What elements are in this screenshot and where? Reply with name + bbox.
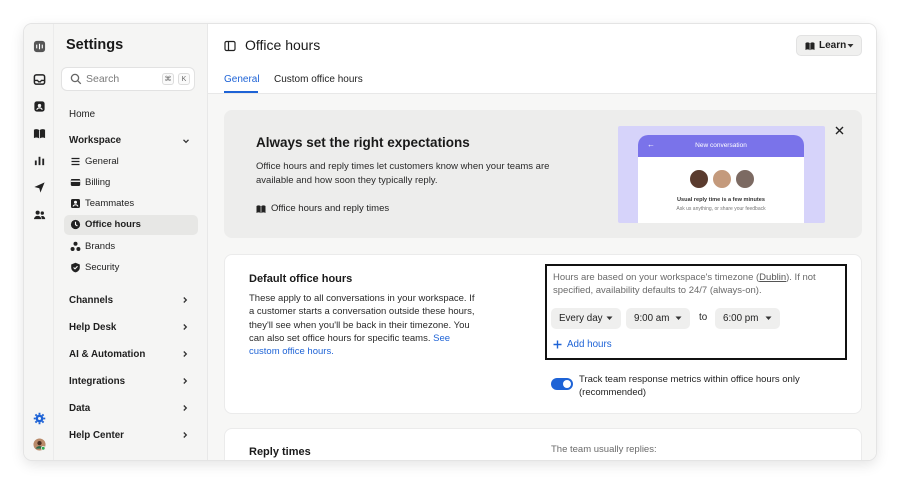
reply-times-card: Reply times The team usually replies: — [224, 428, 862, 460]
team-icon[interactable] — [31, 206, 47, 222]
close-icon[interactable] — [835, 126, 844, 135]
shapes-icon — [70, 241, 81, 251]
messenger-preview-image: ← New conversation Usual reply time is a… — [618, 126, 825, 223]
messenger-preview-window: ← New conversation Usual reply time is a… — [638, 135, 804, 223]
chevron-right-icon[interactable] — [181, 323, 189, 331]
teammate-avatars — [688, 168, 758, 190]
page-header: Office hours Learn — [208, 24, 876, 69]
expectations-banner: Always set the right expectations Office… — [224, 110, 862, 238]
preview-reply-time: Usual reply time is a few minutes — [677, 197, 765, 203]
sidebar-item-security[interactable]: Security — [64, 258, 198, 278]
app-logo-icon[interactable] — [31, 38, 47, 54]
sidebar-title: Settings — [66, 37, 124, 53]
caret-down-icon — [675, 316, 682, 320]
book-icon — [805, 42, 815, 51]
sidebar-section-data[interactable]: Data — [69, 403, 90, 414]
sidebar-section-integrations[interactable]: Integrations — [69, 376, 125, 387]
chevron-right-icon[interactable] — [181, 296, 189, 304]
settings-sidebar: Settings Search ⌘ K Home Workspace Gener… — [54, 24, 208, 460]
sidebar-item-teammates[interactable]: Teammates — [64, 194, 198, 214]
sidebar-item-brands[interactable]: Brands — [64, 237, 198, 257]
section-description: These apply to all conversations in your… — [249, 293, 475, 358]
office-hours-editor: Hours are based on your workspace's time… — [545, 264, 847, 360]
user-avatar-icon[interactable] — [31, 436, 47, 452]
inbox-icon[interactable] — [31, 71, 47, 87]
search-placeholder: Search — [86, 73, 120, 85]
clock-icon — [70, 219, 81, 230]
learn-button[interactable]: Learn — [796, 35, 862, 56]
sidebar-section-workspace[interactable]: Workspace — [69, 135, 121, 146]
banner-title: Always set the right expectations — [256, 135, 470, 150]
tab-general[interactable]: General — [224, 74, 260, 85]
main-panel: Office hours Learn General Custom office… — [208, 24, 876, 460]
day-select[interactable]: Every day — [551, 308, 621, 329]
toggle-knob — [563, 380, 571, 388]
page-title: Office hours — [245, 37, 321, 53]
preview-subtitle: Ask us anything, or share your feedback — [676, 206, 766, 212]
settings-gear-icon[interactable] — [31, 410, 47, 426]
track-metrics-toggle[interactable] — [551, 378, 573, 390]
shortcut-k-key: K — [178, 73, 190, 85]
default-office-hours-card: Default office hours These apply to all … — [224, 254, 862, 414]
timezone-note: Hours are based on your workspace's time… — [553, 272, 816, 297]
preview-header: ← New conversation — [638, 135, 804, 157]
banner-description: Office hours and reply times let custome… — [256, 161, 550, 186]
active-tab-indicator — [224, 91, 258, 93]
section-title: Default office hours — [249, 273, 353, 285]
icon-rail — [24, 24, 54, 460]
avatar — [711, 168, 733, 190]
avatar — [734, 168, 756, 190]
reports-icon[interactable] — [31, 152, 47, 168]
track-metrics-label: Track team response metrics within offic… — [579, 374, 800, 399]
book-icon — [256, 205, 266, 214]
app-window: Settings Search ⌘ K Home Workspace Gener… — [24, 24, 876, 460]
knowledge-book-icon[interactable] — [31, 125, 47, 141]
tab-bar: General Custom office hours — [208, 69, 876, 94]
sidebar-section-ai-automation[interactable]: AI & Automation — [69, 349, 145, 360]
section-title: Reply times — [249, 446, 311, 458]
caret-down-icon — [606, 316, 613, 320]
sidebar-item-general[interactable]: General — [64, 152, 198, 172]
chevron-down-icon[interactable] — [182, 137, 190, 145]
search-input[interactable]: Search ⌘ K — [61, 67, 195, 91]
sidebar-section-help-desk[interactable]: Help Desk — [69, 322, 116, 333]
outbound-icon[interactable] — [31, 179, 47, 195]
caret-down-icon — [847, 44, 854, 48]
shield-icon — [71, 262, 80, 273]
chevron-right-icon[interactable] — [181, 404, 189, 412]
avatar — [688, 168, 710, 190]
sidebar-item-office-hours[interactable]: Office hours — [64, 215, 198, 235]
plus-icon — [553, 340, 562, 349]
sidebar-section-help-center[interactable]: Help Center — [69, 430, 124, 441]
search-icon — [70, 73, 82, 85]
contacts-icon[interactable] — [31, 98, 47, 114]
sidebar-item-home[interactable]: Home — [69, 109, 95, 120]
shortcut-cmd-key: ⌘ — [162, 73, 174, 85]
chevron-right-icon[interactable] — [181, 431, 189, 439]
id-badge-icon — [71, 199, 80, 208]
card-icon — [70, 179, 81, 186]
sidebar-item-billing[interactable]: Billing — [64, 173, 198, 193]
sidebar-section-channels[interactable]: Channels — [69, 295, 113, 306]
chevron-right-icon[interactable] — [181, 350, 189, 358]
timezone-link[interactable]: Dublin — [759, 272, 786, 283]
lines-icon — [71, 157, 80, 166]
range-separator: to — [699, 312, 708, 323]
reply-times-note: The team usually replies: — [551, 444, 657, 455]
start-time-select[interactable]: 9:00 am — [626, 308, 690, 329]
chevron-right-icon[interactable] — [181, 377, 189, 385]
end-time-select[interactable]: 6:00 pm — [715, 308, 780, 329]
sidebar-toggle-icon[interactable] — [224, 40, 236, 52]
caret-down-icon — [765, 316, 772, 320]
page-content: Always set the right expectations Office… — [208, 94, 876, 460]
preview-header-title: New conversation — [695, 142, 747, 149]
tab-custom-office-hours[interactable]: Custom office hours — [274, 74, 363, 85]
